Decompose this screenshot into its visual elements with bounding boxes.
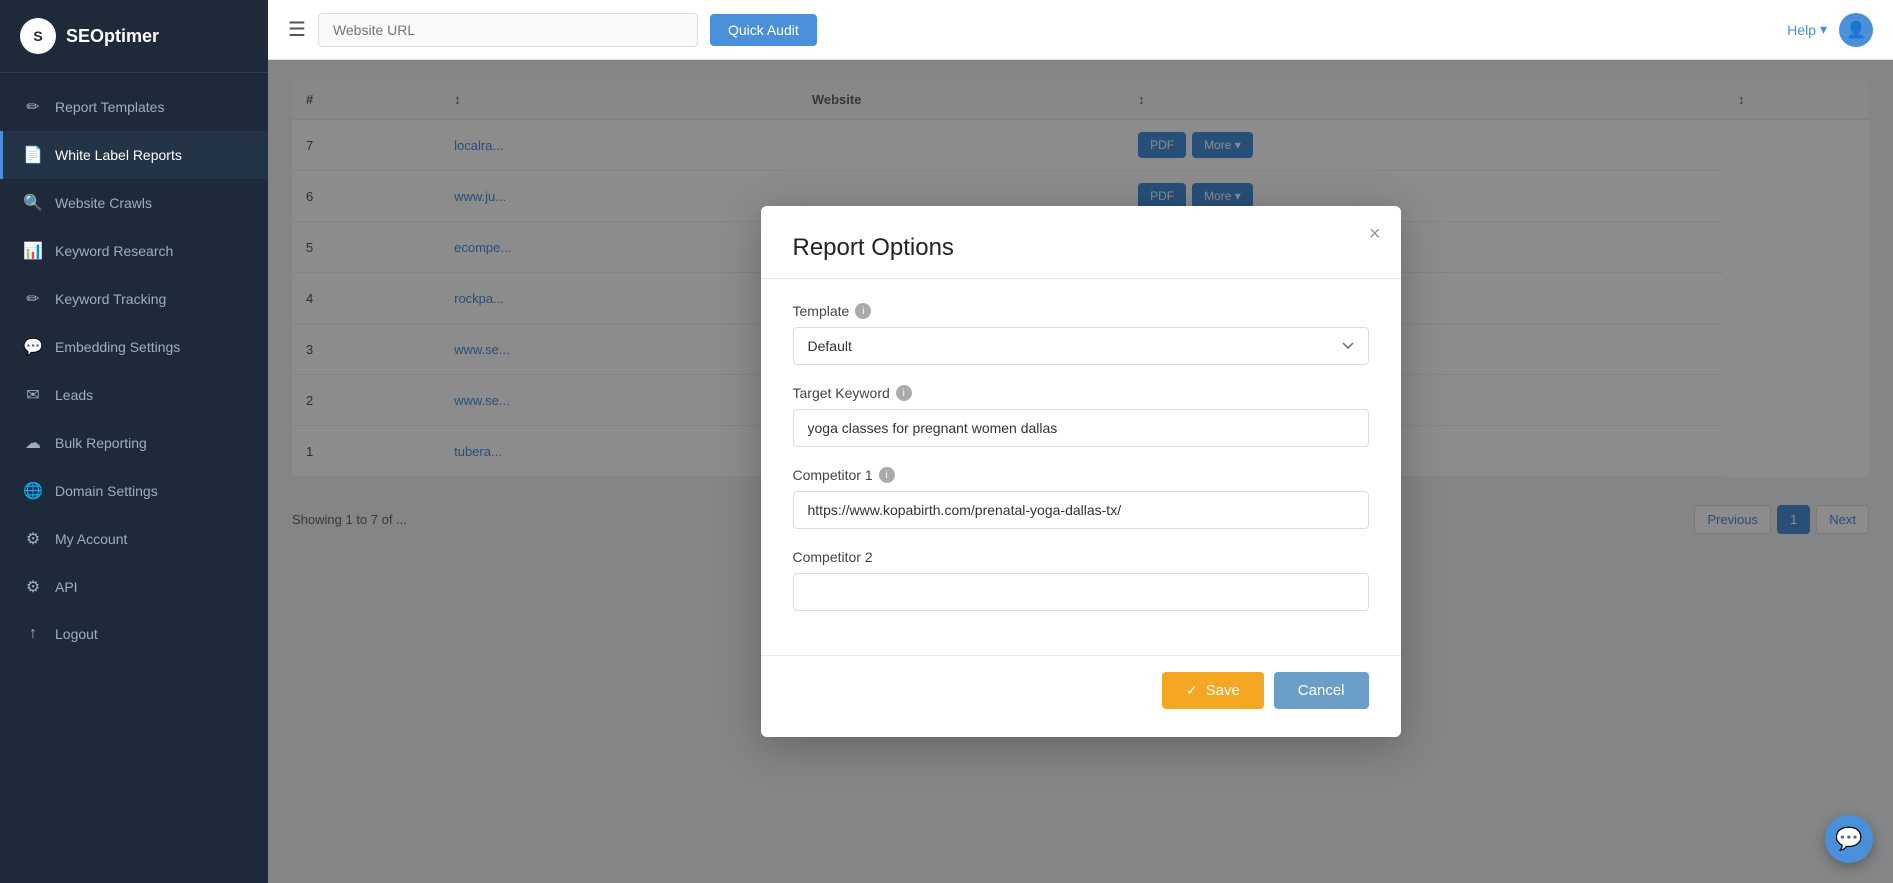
sidebar-item-label: Keyword Tracking — [55, 291, 166, 307]
api-icon: ⚙ — [23, 577, 43, 597]
competitor1-group: Competitor 1 i — [793, 467, 1369, 529]
white-label-reports-icon: 📄 — [23, 145, 43, 165]
keyword-info-icon[interactable]: i — [896, 385, 912, 401]
target-keyword-input[interactable] — [793, 409, 1369, 447]
sidebar-item-label: Leads — [55, 387, 93, 403]
competitor1-input[interactable] — [793, 491, 1369, 529]
user-avatar[interactable]: 👤 — [1839, 13, 1873, 47]
keyword-research-icon: 📊 — [23, 241, 43, 261]
domain-settings-icon: 🌐 — [23, 481, 43, 501]
competitor1-label: Competitor 1 i — [793, 467, 1369, 483]
sidebar-item-website-crawls[interactable]: 🔍 Website Crawls — [0, 179, 268, 227]
checkmark-icon: ✓ — [1186, 682, 1198, 699]
logo-text: SEOptimer — [66, 26, 159, 47]
report-templates-icon: ✏ — [23, 97, 43, 117]
sidebar-item-embedding-settings[interactable]: 💬 Embedding Settings — [0, 323, 268, 371]
template-label: Template i — [793, 303, 1369, 319]
save-button[interactable]: ✓ Save — [1162, 672, 1264, 709]
sidebar-item-label: My Account — [55, 531, 127, 547]
competitor2-input[interactable] — [793, 573, 1369, 611]
sidebar-item-keyword-tracking[interactable]: ✏ Keyword Tracking — [0, 275, 268, 323]
sidebar-item-label: Embedding Settings — [55, 339, 180, 355]
target-keyword-group: Target Keyword i — [793, 385, 1369, 447]
sidebar-item-label: Website Crawls — [55, 195, 152, 211]
quick-audit-button[interactable]: Quick Audit — [710, 14, 817, 46]
competitor1-info-icon[interactable]: i — [879, 467, 895, 483]
sidebar-item-white-label-reports[interactable]: 📄 White Label Reports — [0, 131, 268, 179]
brand-logo[interactable]: S SEOptimer — [0, 0, 268, 73]
my-account-icon: ⚙ — [23, 529, 43, 549]
sidebar-item-keyword-research[interactable]: 📊 Keyword Research — [0, 227, 268, 275]
sidebar-item-label: API — [55, 579, 78, 595]
modal-close-button[interactable]: × — [1369, 224, 1381, 244]
sidebar-item-my-account[interactable]: ⚙ My Account — [0, 515, 268, 563]
sidebar-item-label: Bulk Reporting — [55, 435, 147, 451]
modal-overlay[interactable]: Report Options × Template i Default — [268, 60, 1893, 883]
template-group: Template i Default — [793, 303, 1369, 365]
report-options-modal: Report Options × Template i Default — [761, 206, 1401, 737]
sidebar-item-api[interactable]: ⚙ API — [0, 563, 268, 611]
sidebar-item-label: Keyword Research — [55, 243, 173, 259]
sidebar-nav: ✏ Report Templates 📄 White Label Reports… — [0, 73, 268, 883]
target-keyword-label: Target Keyword i — [793, 385, 1369, 401]
template-info-icon[interactable]: i — [855, 303, 871, 319]
sidebar-item-label: Logout — [55, 626, 98, 642]
leads-icon: ✉ — [23, 385, 43, 405]
keyword-tracking-icon: ✏ — [23, 289, 43, 309]
sidebar-item-bulk-reporting[interactable]: ☁ Bulk Reporting — [0, 419, 268, 467]
sidebar-item-label: White Label Reports — [55, 147, 182, 163]
sidebar-item-label: Report Templates — [55, 99, 164, 115]
bulk-reporting-icon: ☁ — [23, 433, 43, 453]
template-select[interactable]: Default — [793, 327, 1369, 365]
help-chevron-icon: ▾ — [1820, 21, 1827, 38]
embedding-settings-icon: 💬 — [23, 337, 43, 357]
sidebar: S SEOptimer ✏ Report Templates 📄 White L… — [0, 0, 268, 883]
website-url-input[interactable] — [318, 13, 698, 47]
cancel-button[interactable]: Cancel — [1274, 672, 1369, 709]
sidebar-item-domain-settings[interactable]: 🌐 Domain Settings — [0, 467, 268, 515]
help-label: Help — [1787, 22, 1816, 38]
sidebar-item-logout[interactable]: ↑ Logout — [0, 611, 268, 657]
menu-icon[interactable]: ☰ — [288, 17, 306, 42]
website-crawls-icon: 🔍 — [23, 193, 43, 213]
sidebar-item-leads[interactable]: ✉ Leads — [0, 371, 268, 419]
logout-icon: ↑ — [23, 625, 43, 643]
modal-footer: ✓ Save Cancel — [761, 655, 1401, 737]
content-area: # ↕ Website ↕ ↕ 7 localra... PDF More ▾ — [268, 60, 1893, 883]
logo-icon: S — [20, 18, 56, 54]
modal-title: Report Options — [793, 234, 1369, 262]
modal-header: Report Options × — [761, 206, 1401, 279]
main-area: ☰ Quick Audit Help ▾ 👤 # ↕ Website ↕ ↕ — [268, 0, 1893, 883]
modal-body: Template i Default Target Keyword i — [761, 279, 1401, 655]
chat-bubble[interactable]: 💬 — [1825, 815, 1873, 863]
competitor2-label: Competitor 2 — [793, 549, 1369, 565]
topbar: ☰ Quick Audit Help ▾ 👤 — [268, 0, 1893, 60]
competitor2-group: Competitor 2 — [793, 549, 1369, 611]
sidebar-item-report-templates[interactable]: ✏ Report Templates — [0, 83, 268, 131]
help-menu[interactable]: Help ▾ — [1787, 21, 1827, 38]
sidebar-item-label: Domain Settings — [55, 483, 158, 499]
